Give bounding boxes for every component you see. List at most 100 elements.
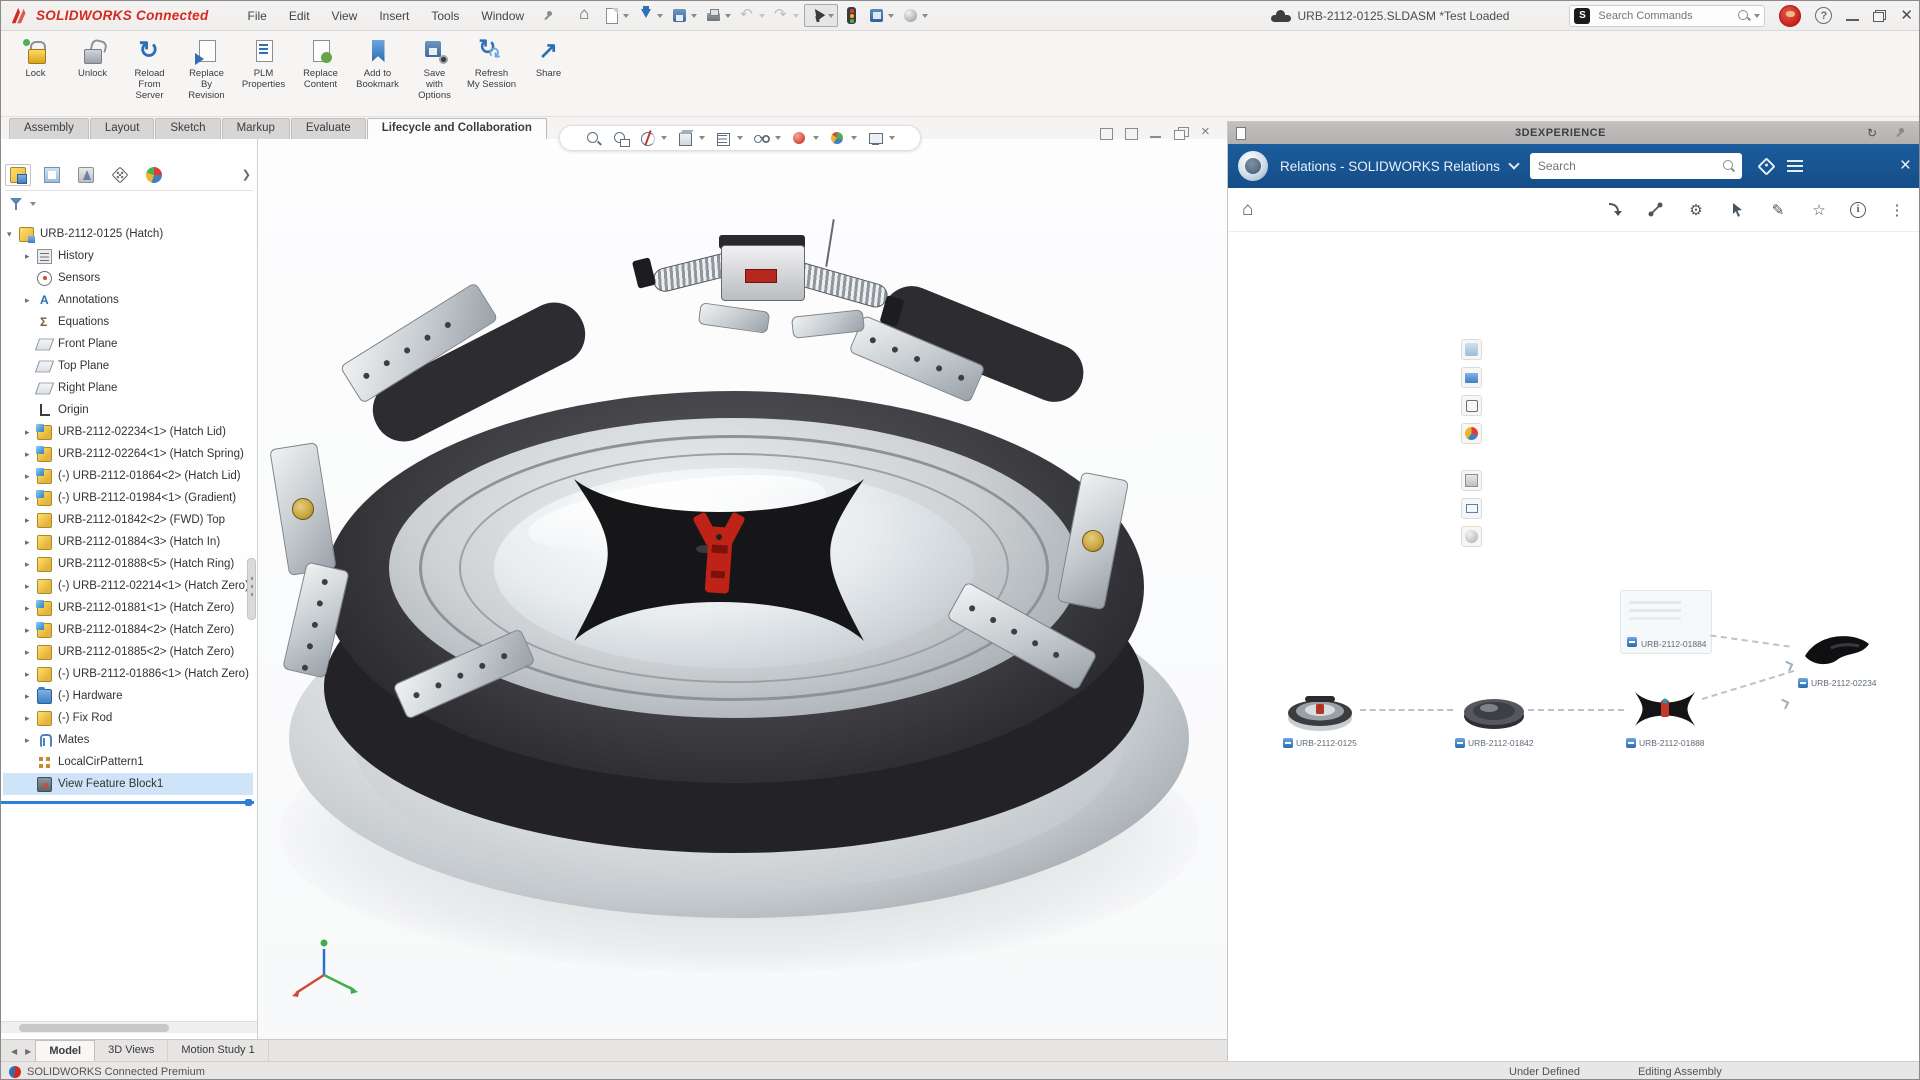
- relations-branch-icon[interactable]: [1645, 200, 1665, 220]
- expand-icon[interactable]: ▸: [25, 691, 37, 702]
- tree-item[interactable]: LocalCirPattern1: [3, 751, 253, 773]
- new-document-icon[interactable]: [600, 5, 632, 26]
- tree-item[interactable]: ▸URB-2112-01842<2> (FWD) Top: [3, 509, 253, 531]
- tree-item[interactable]: Right Plane: [3, 377, 253, 399]
- panel-close-icon[interactable]: ×: [1900, 158, 1911, 174]
- dropdown-icon[interactable]: [775, 136, 781, 140]
- expand-icon[interactable]: ▸: [25, 647, 37, 658]
- tree-item[interactable]: ▸(-) URB-2112-01886<1> (Hatch Zero): [3, 663, 253, 685]
- expand-icon[interactable]: ▸: [25, 251, 37, 262]
- apply-scene-icon[interactable]: [827, 129, 859, 148]
- graph-node[interactable]: URB-2112-01842: [1455, 686, 1534, 748]
- options-icon[interactable]: [865, 5, 897, 26]
- tree-item[interactable]: ▸URB-2112-01885<2> (Hatch Zero): [3, 641, 253, 663]
- dimxpertmanager-icon[interactable]: [107, 164, 133, 186]
- spider-wing-thumbnail[interactable]: [1629, 682, 1701, 734]
- tree-root[interactable]: ▾URB-2112-0125 (Hatch): [3, 223, 253, 245]
- design-library-icon[interactable]: [1461, 367, 1482, 388]
- tab-scroll-left-icon[interactable]: ◀: [7, 1042, 21, 1061]
- panel-search-input[interactable]: [1536, 158, 1722, 174]
- close-icon[interactable]: ✕: [1900, 9, 1913, 22]
- zoom-fit-icon[interactable]: [583, 129, 604, 148]
- edit-appearance-icon[interactable]: [789, 129, 821, 148]
- window-restore-icon[interactable]: [1124, 127, 1139, 140]
- menu-window[interactable]: Window: [470, 5, 535, 27]
- tree-item[interactable]: Equations: [3, 311, 253, 333]
- tab-scroll-right-icon[interactable]: ▶: [21, 1042, 35, 1061]
- open-icon[interactable]: [634, 5, 666, 26]
- graph-node[interactable]: URB-2112-0125: [1283, 686, 1357, 748]
- replace-by-revision-button[interactable]: Replace By Revision: [178, 35, 235, 102]
- expand-icon[interactable]: ▸: [25, 559, 37, 570]
- tree-item[interactable]: ▸URB-2112-02234<1> (Hatch Lid): [3, 421, 253, 443]
- tree-item[interactable]: Origin: [3, 399, 253, 421]
- tab-assembly[interactable]: Assembly: [9, 118, 89, 139]
- search-icon[interactable]: [1737, 9, 1751, 23]
- home-icon[interactable]: [575, 5, 598, 26]
- expand-icon[interactable]: ▸: [25, 581, 37, 592]
- tree-item[interactable]: Front Plane: [3, 333, 253, 355]
- search-dropdown-icon[interactable]: [1754, 14, 1760, 18]
- tab-lifecycle-and-collaboration[interactable]: Lifecycle and Collaboration: [367, 118, 547, 139]
- graph-node[interactable]: URB-2112-01888: [1626, 682, 1705, 748]
- threedexperience-compass-icon[interactable]: [1238, 151, 1268, 181]
- dropdown-icon[interactable]: [623, 14, 629, 18]
- redo-icon[interactable]: [770, 5, 802, 26]
- panel-search[interactable]: [1530, 153, 1742, 179]
- dropdown-icon[interactable]: [759, 14, 765, 18]
- tree-item[interactable]: ▸URB-2112-01884<2> (Hatch Zero): [3, 619, 253, 641]
- plm-properties-button[interactable]: PLM Properties: [235, 35, 292, 90]
- restore-icon[interactable]: [1873, 10, 1886, 22]
- pin-menu-icon[interactable]: [541, 9, 555, 23]
- search-scope-icon[interactable]: S: [1574, 8, 1590, 24]
- unlock-button[interactable]: Unlock: [64, 35, 121, 79]
- custom-properties-icon[interactable]: [1461, 470, 1482, 491]
- tree-item[interactable]: ▸Mates: [3, 729, 253, 751]
- undo-icon[interactable]: [736, 5, 768, 26]
- filter-funnel-icon[interactable]: [9, 197, 23, 211]
- lock-button[interactable]: Lock: [7, 35, 64, 79]
- select-arrow-icon[interactable]: [804, 4, 838, 27]
- tree-horizontal-scrollbar[interactable]: [1, 1021, 257, 1033]
- tree-item[interactable]: ▸(-) Fix Rod: [3, 707, 253, 729]
- view-orientation-icon[interactable]: [675, 129, 707, 148]
- section-view-ic[interactable]: [637, 129, 669, 148]
- bottom-tab-3d-views[interactable]: 3D Views: [95, 1040, 168, 1061]
- rebuild-traffic-light-icon[interactable]: [840, 5, 863, 26]
- tree-item[interactable]: ▸URB-2112-01884<3> (Hatch In): [3, 531, 253, 553]
- expand-icon[interactable]: ▸: [25, 713, 37, 724]
- window-minimize-icon[interactable]: [1149, 127, 1164, 140]
- dropdown-icon[interactable]: [725, 14, 731, 18]
- scrollbar-thumb[interactable]: [19, 1024, 169, 1032]
- minimize-icon[interactable]: [1846, 19, 1859, 21]
- tree-item[interactable]: Top Plane: [3, 355, 253, 377]
- dropdown-icon[interactable]: [888, 14, 894, 18]
- dropdown-icon[interactable]: [699, 136, 705, 140]
- add-to-bookmark-button[interactable]: Add to Bookmark: [349, 35, 406, 90]
- dropdown-icon[interactable]: [661, 136, 667, 140]
- info-icon[interactable]: i: [1850, 202, 1866, 218]
- tab-layout[interactable]: Layout: [90, 118, 155, 139]
- share-button[interactable]: Share: [520, 35, 577, 79]
- tree-item[interactable]: ▸URB-2112-01888<5> (Hatch Ring): [3, 553, 253, 575]
- tree-item[interactable]: ▸History: [3, 245, 253, 267]
- dropdown-icon[interactable]: [737, 136, 743, 140]
- command-search[interactable]: S: [1569, 5, 1765, 27]
- edit-pencil-icon[interactable]: ✎: [1768, 200, 1788, 220]
- dropdown-icon[interactable]: [657, 14, 663, 18]
- tab-evaluate[interactable]: Evaluate: [291, 118, 366, 139]
- dropdown-icon[interactable]: [793, 14, 799, 18]
- more-kebab-icon[interactable]: ⋮: [1887, 200, 1907, 220]
- tree-item[interactable]: ▸URB-2112-01881<1> (Hatch Zero): [3, 597, 253, 619]
- dropdown-icon[interactable]: [691, 14, 697, 18]
- configurationmanager-icon[interactable]: [73, 164, 99, 186]
- featuremanager-tree-icon[interactable]: [5, 164, 31, 186]
- expand-icon[interactable]: ▸: [25, 537, 37, 548]
- threedexperience-pane-icon[interactable]: [1461, 339, 1482, 360]
- dark-disc-thumbnail[interactable]: [1459, 686, 1529, 734]
- print-icon[interactable]: [702, 5, 734, 26]
- dropdown-icon[interactable]: [828, 14, 834, 18]
- settings-gear-icon[interactable]: ⚙: [1686, 200, 1706, 220]
- menu-burger-icon[interactable]: [1787, 160, 1803, 172]
- home-icon[interactable]: ⌂: [1242, 199, 1253, 221]
